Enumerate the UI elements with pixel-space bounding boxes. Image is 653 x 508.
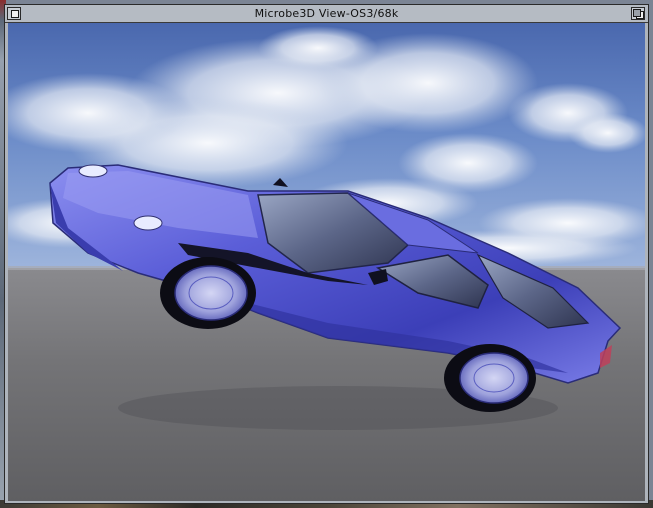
depth-gadget-icon[interactable] — [631, 7, 645, 20]
3d-viewport[interactable] — [8, 23, 645, 501]
car-front-wheel-rim — [174, 265, 248, 321]
car-headlight-left — [78, 164, 108, 178]
car-rear-wheel-rim — [459, 352, 529, 404]
window-titlebar[interactable]: Microbe3D View-OS3/68k — [5, 5, 648, 23]
car-headlight-right — [133, 215, 163, 231]
render-scene — [8, 23, 645, 501]
depth-gadget-glyph-back — [633, 9, 641, 17]
window-title: Microbe3D View-OS3/68k — [254, 7, 399, 20]
viewer-window: Microbe3D View-OS3/68k — [4, 4, 649, 504]
